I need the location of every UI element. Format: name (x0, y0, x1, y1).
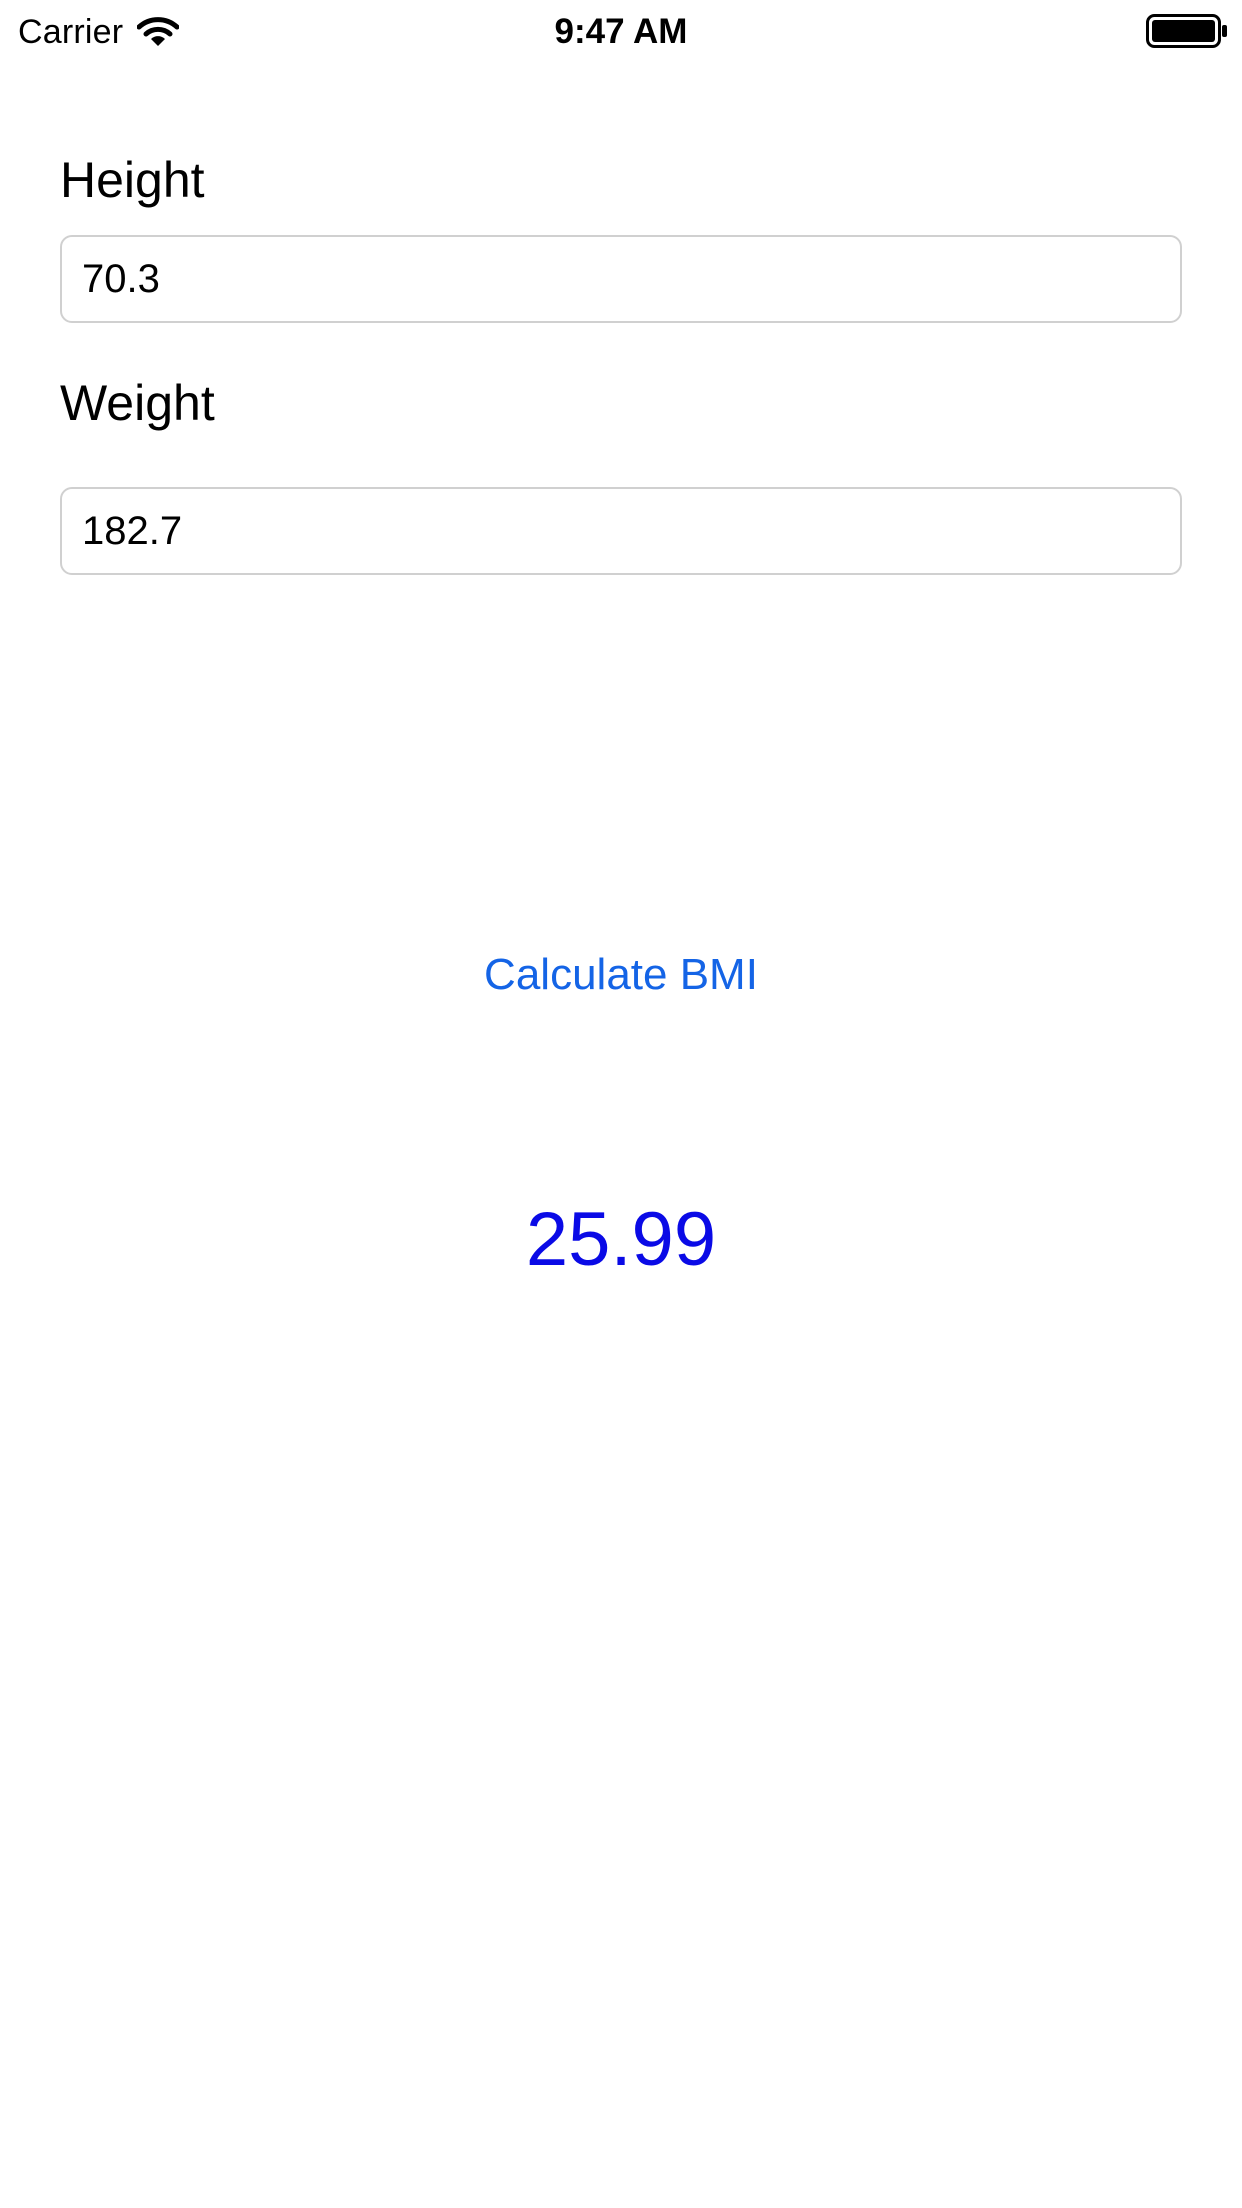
height-input[interactable] (60, 235, 1182, 323)
bmi-result-value: 25.99 (525, 1197, 717, 1282)
height-label: Height (60, 152, 205, 208)
weight-input[interactable] (60, 487, 1182, 575)
status-time: 9:47 AM (554, 12, 688, 51)
status-bar: Carrier 9:47 AM (0, 0, 1242, 60)
weight-label: Weight (60, 375, 215, 431)
calculate-bmi-button[interactable]: Calculate BMI (0, 940, 1242, 1010)
battery-icon (1146, 14, 1227, 48)
